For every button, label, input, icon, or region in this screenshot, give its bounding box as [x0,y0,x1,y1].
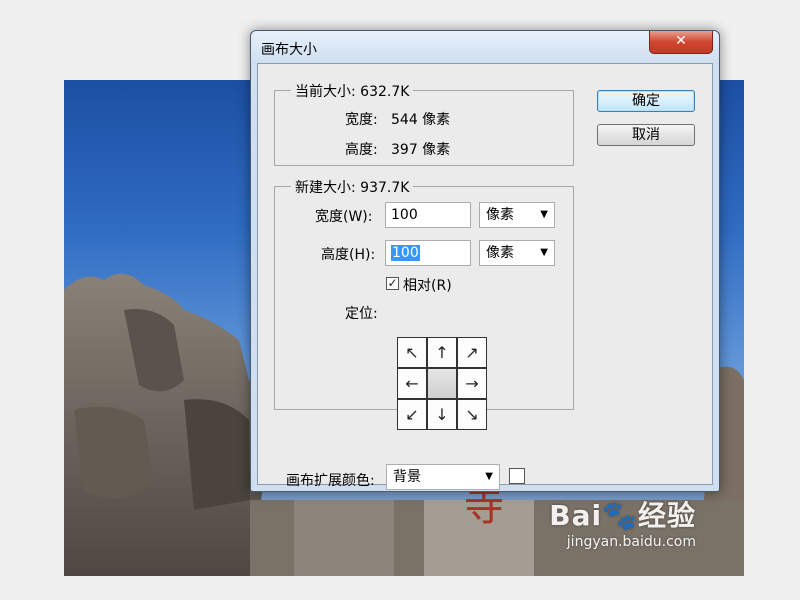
anchor-grid: ↖ ↑ ↗ ← → ↙ ↓ ↘ [397,337,487,430]
anchor-label: 定位: [345,306,378,322]
watermark-brand: Bai [549,499,603,532]
watermark: Bai🐾经验 jingyan.baidu.com [549,494,696,550]
close-icon: ✕ [675,33,687,49]
current-size-group: 当前大小: 632.7K 宽度: 544 像素 高度: 397 像素 [274,81,574,166]
anchor-bottom-right[interactable]: ↘ [457,399,487,430]
width-unit-value: 像素 [486,207,514,223]
width-input[interactable]: 100 [385,202,471,228]
extension-color-swatch[interactable] [509,468,525,484]
watermark-brand-suffix: 经验 [637,499,696,532]
height-unit-select[interactable]: 像素 ▼ [479,240,555,266]
chevron-down-icon: ▼ [540,247,548,258]
anchor-right[interactable]: → [457,368,487,399]
anchor-bottom[interactable]: ↓ [427,399,457,430]
paw-icon: 🐾 [602,499,638,532]
chevron-down-icon: ▼ [540,209,548,220]
new-width-label: 宽度(W): [315,209,373,225]
anchor-top[interactable]: ↑ [427,337,457,368]
anchor-top-right[interactable]: ↗ [457,337,487,368]
anchor-left[interactable]: ← [397,368,427,399]
extension-color-select[interactable]: 背景 ▼ [386,464,500,490]
extension-color-value: 背景 [393,469,421,485]
height-input-selected-text: 100 [391,245,420,261]
chevron-down-icon: ▼ [485,471,493,482]
current-size-legend: 当前大小: 632.7K [291,81,414,101]
current-width-value: 544 像素 [391,112,451,128]
relative-label[interactable]: 相对(R) [403,275,452,295]
new-size-legend: 新建大小: 937.7K [291,177,414,197]
current-width-label: 宽度: [345,112,378,128]
new-height-label: 高度(H): [321,247,376,263]
anchor-bottom-left[interactable]: ↙ [397,399,427,430]
current-height-label: 高度: [345,142,378,158]
height-unit-value: 像素 [486,245,514,261]
anchor-center[interactable] [427,368,457,399]
dialog-title: 画布大小 [261,42,317,58]
cancel-button[interactable]: 取消 [597,124,695,146]
canvas-size-dialog: 画布大小 ✕ 当前大小: 632.7K 宽度: 544 像素 高度: 397 像… [250,30,720,492]
watermark-url: jingyan.baidu.com [566,534,696,550]
ok-button[interactable]: 确定 [597,90,695,112]
current-height-value: 397 像素 [391,142,451,158]
anchor-top-left[interactable]: ↖ [397,337,427,368]
close-button[interactable]: ✕ [649,31,713,54]
title-bar[interactable]: 画布大小 ✕ [251,31,719,63]
dialog-body: 当前大小: 632.7K 宽度: 544 像素 高度: 397 像素 新建大小:… [257,63,713,490]
height-input[interactable]: 100 [385,240,471,266]
relative-checkbox[interactable]: ✓ [386,277,399,290]
width-unit-select[interactable]: 像素 ▼ [479,202,555,228]
extension-color-label: 画布扩展颜色: [286,473,375,489]
